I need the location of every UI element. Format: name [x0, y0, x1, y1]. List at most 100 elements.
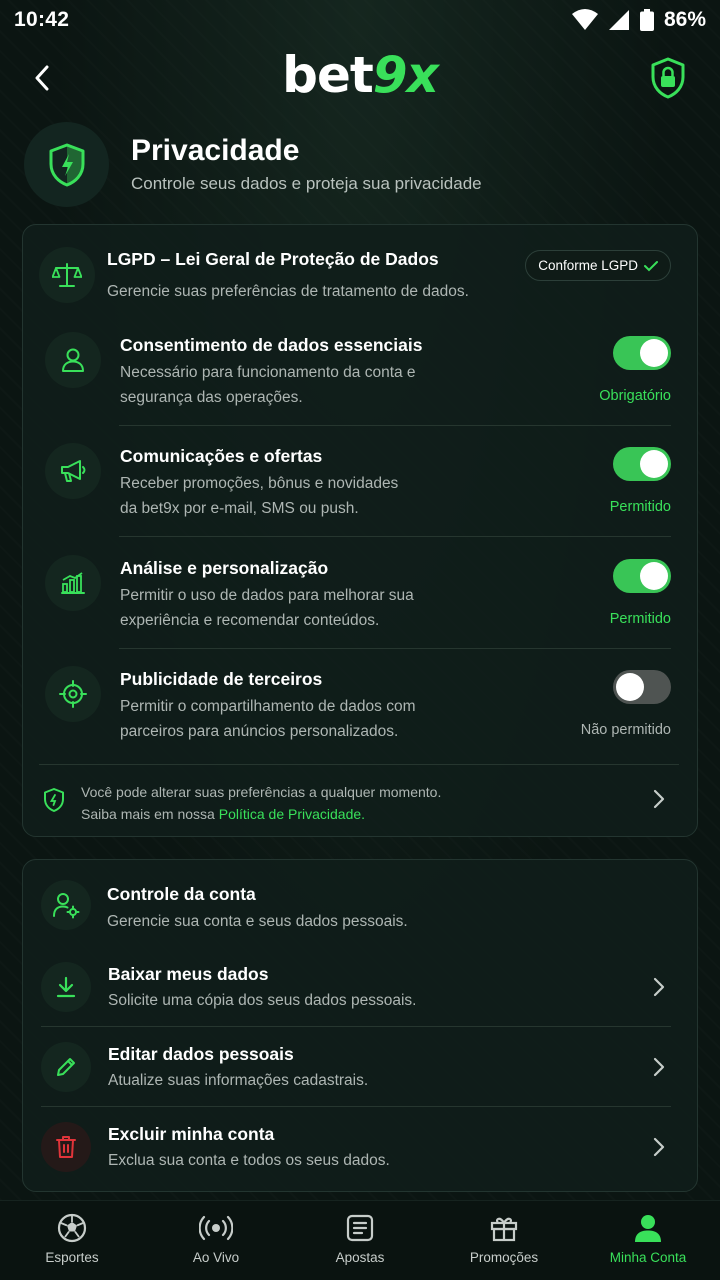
delete-account-chevron	[647, 1135, 671, 1159]
nav-apostas[interactable]: Apostas	[288, 1201, 432, 1280]
setting-communications-toggle[interactable]	[613, 447, 671, 481]
lgpd-badge-label: Conforme LGPD	[538, 258, 638, 273]
setting-third-party-title: Publicidade de terceiros	[120, 669, 323, 689]
divider	[41, 1026, 671, 1027]
setting-communications-icon-badge	[45, 443, 101, 499]
nav-promocoes-label: Promoções	[469, 1250, 539, 1265]
delete-account-title: Excluir minha conta	[108, 1124, 275, 1144]
account-control-title: Controle da conta	[107, 884, 256, 904]
nav-esportes[interactable]: Esportes	[0, 1201, 144, 1280]
edit-personal-data-row[interactable]: Editar dados pessoais Atualize suas info…	[23, 1028, 697, 1106]
bet9x-logo: bet9x	[282, 46, 439, 104]
setting-third-party-desc-line2: parceiros para anúncios personalizados.	[120, 723, 399, 740]
download-data-chevron	[647, 975, 671, 999]
lgpd-card: LGPD – Lei Geral de Proteção de Dados Ge…	[22, 224, 698, 837]
nav-ao-vivo-label: Ao Vivo	[192, 1250, 240, 1265]
setting-essential-icon-badge	[45, 332, 101, 388]
nav-ao-vivo[interactable]: Ao Vivo	[144, 1201, 288, 1280]
gift-icon	[490, 1217, 518, 1242]
lgpd-title: LGPD – Lei Geral de Proteção de Dados	[107, 249, 439, 269]
setting-analysis-desc-line1: Permitir o uso de dados para melhorar su…	[120, 587, 414, 604]
footer-line2-prefix: Saiba mais em nossa	[81, 806, 219, 822]
download-data-desc: Solicite uma cópia dos seus dados pessoa…	[108, 992, 417, 1009]
app-header: bet9x	[0, 46, 720, 108]
chevron-left-icon	[35, 65, 49, 91]
user-icon	[62, 348, 84, 372]
logo-text-bet: bet	[282, 46, 374, 104]
bets-icon	[346, 1214, 374, 1242]
scales-icon	[52, 263, 82, 287]
account-control-icon-badge	[41, 880, 91, 930]
download-icon	[56, 976, 76, 998]
check-icon	[644, 260, 658, 271]
setting-communications-desc-line1: Receber promoções, bônus e novidades	[120, 475, 399, 492]
chevron-right-icon	[653, 1057, 665, 1077]
security-lock-button[interactable]	[646, 54, 690, 102]
delete-account-desc: Exclua sua conta e todos os seus dados.	[108, 1152, 390, 1169]
shield-small-icon	[44, 788, 64, 812]
setting-essential-toggle[interactable]	[613, 336, 671, 370]
divider	[119, 536, 671, 537]
setting-third-party-icon-badge	[45, 666, 101, 722]
delete-icon-badge	[41, 1122, 91, 1172]
user-icon	[635, 1215, 661, 1242]
account-control-description: Gerencie sua conta e seus dados pessoais…	[107, 913, 408, 930]
user-settings-icon	[53, 893, 80, 919]
download-data-row[interactable]: Baixar meus dados Solicite uma cópia dos…	[23, 948, 697, 1026]
toggle-knob	[640, 339, 668, 367]
nav-promocoes[interactable]: Promoções	[432, 1201, 576, 1280]
signal-icon	[608, 10, 629, 30]
toggle-knob	[616, 673, 644, 701]
battery-icon	[639, 9, 654, 31]
nav-minha-conta[interactable]: Minha Conta	[576, 1201, 720, 1280]
toggle-knob	[640, 562, 668, 590]
status-bar: 10:42 86%	[0, 0, 720, 40]
bottom-navigation: Esportes Ao Vivo Apostas Promoções Minha…	[0, 1200, 720, 1280]
account-control-card: Controle da conta Gerencie sua conta e s…	[22, 859, 698, 1192]
chevron-right-icon	[653, 789, 665, 809]
setting-analysis-desc-line2: experiência e recomendar conteúdos.	[120, 612, 380, 629]
shield-lock-icon	[651, 57, 685, 99]
page-title: Privacidade	[131, 134, 300, 167]
soccer-ball-icon	[57, 1213, 87, 1243]
page-subtitle: Controle seus dados e proteja sua privac…	[131, 174, 482, 193]
back-button[interactable]	[22, 58, 62, 98]
divider	[41, 1106, 671, 1107]
divider	[119, 648, 671, 649]
page-header: Privacidade Controle seus dados e protej…	[24, 122, 696, 208]
target-icon	[59, 680, 87, 708]
setting-essential-desc-line1: Necessário para funcionamento da conta e	[120, 364, 416, 381]
setting-essential-desc-line2: segurança das operações.	[120, 389, 303, 406]
live-icon	[199, 1215, 233, 1241]
setting-essential-title: Consentimento de dados essenciais	[120, 335, 423, 355]
toggle-knob	[640, 450, 668, 478]
nav-minha-conta-label: Minha Conta	[609, 1250, 687, 1265]
setting-communications-desc-line2: da bet9x por e-mail, SMS ou push.	[120, 500, 359, 517]
download-data-title: Baixar meus dados	[108, 964, 269, 984]
setting-analysis-status: Permitido	[609, 611, 671, 627]
nav-apostas-label: Apostas	[335, 1250, 385, 1265]
lgpd-icon-badge	[39, 247, 95, 303]
status-icons: 86%	[571, 8, 706, 32]
edit-personal-data-title: Editar dados pessoais	[108, 1044, 294, 1064]
privacy-shield-icon-badge	[24, 122, 109, 207]
megaphone-icon	[61, 460, 86, 482]
privacy-policy-link[interactable]: Política de Privacidade.	[219, 806, 365, 822]
divider	[39, 764, 679, 765]
trash-icon	[56, 1136, 76, 1158]
battery-percent: 86%	[663, 8, 706, 31]
setting-third-party-toggle[interactable]	[613, 670, 671, 704]
divider	[119, 425, 671, 426]
chevron-right-icon	[653, 1137, 665, 1157]
pencil-icon	[57, 1058, 75, 1076]
setting-analysis-toggle[interactable]	[613, 559, 671, 593]
setting-communications-title: Comunicações e ofertas	[120, 446, 323, 466]
nav-esportes-label: Esportes	[45, 1250, 99, 1265]
delete-account-row[interactable]: Excluir minha conta Exclua sua conta e t…	[23, 1108, 697, 1186]
edit-personal-data-chevron	[647, 1055, 671, 1079]
privacy-policy-chevron[interactable]	[647, 787, 671, 811]
status-time: 10:42	[14, 8, 70, 31]
setting-third-party-status: Não permitido	[580, 722, 671, 738]
bar-chart-icon	[61, 572, 85, 594]
edit-icon-badge	[41, 1042, 91, 1092]
